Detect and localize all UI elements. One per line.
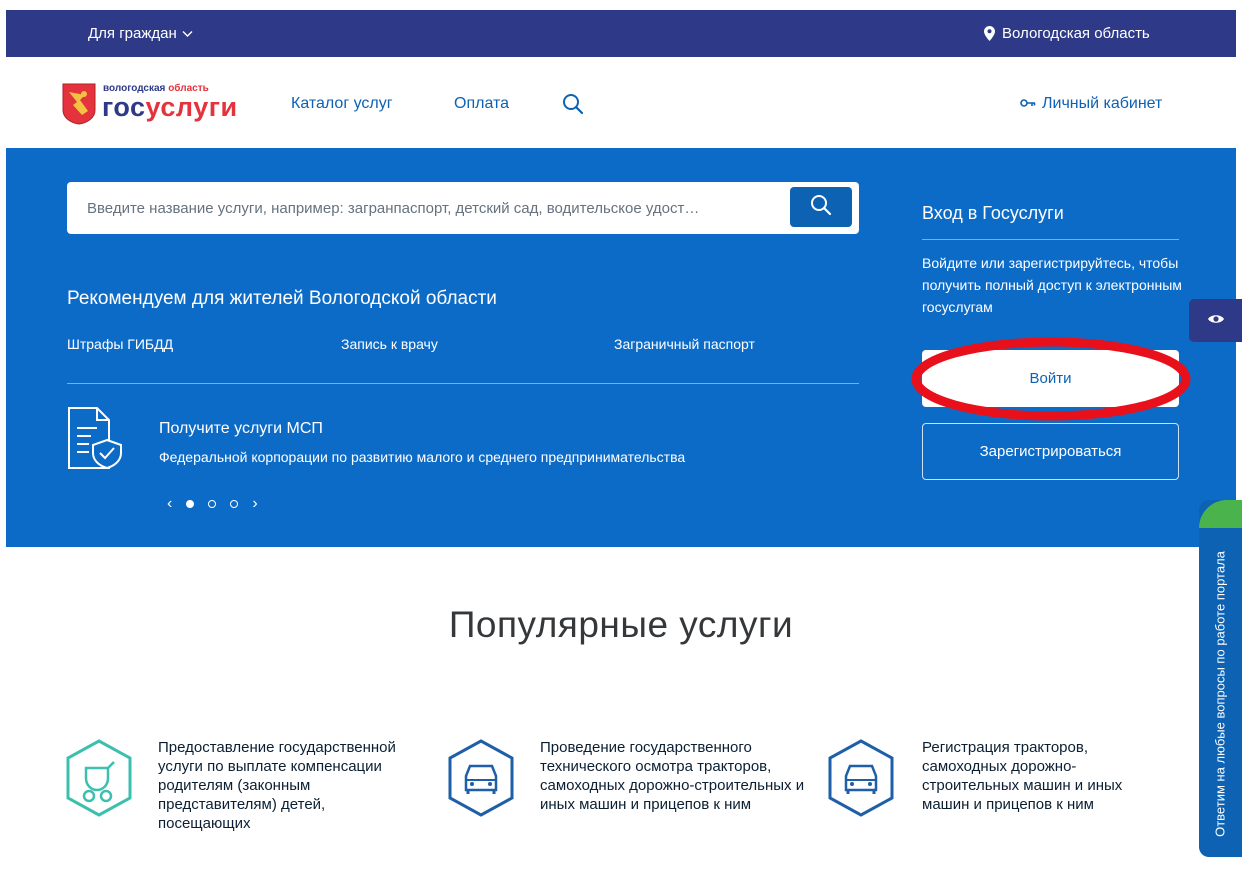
- hero-divider: [67, 383, 859, 384]
- location-pin-icon: [984, 26, 995, 41]
- carousel-dot-2[interactable]: [208, 500, 217, 508]
- recommend-link-passport[interactable]: Заграничный паспорт: [614, 336, 755, 352]
- service-item-tech-inspection[interactable]: Проведение государственного технического…: [540, 738, 810, 814]
- for-citizens-dropdown[interactable]: Для граждан: [88, 25, 193, 42]
- stroller-icon[interactable]: [64, 738, 134, 823]
- service-item-tractor-registration[interactable]: Регистрация тракторов, самоходных дорожн…: [922, 738, 1162, 814]
- recommend-link-fines[interactable]: Штрафы ГИБДД: [67, 336, 173, 352]
- carousel-next-button[interactable]: ›: [252, 495, 257, 513]
- recommend-link-doctor[interactable]: Запись к врачу: [341, 336, 438, 352]
- recommend-title: Рекомендуем для жителей Вологодской обла…: [67, 288, 497, 309]
- login-divider: [922, 239, 1179, 240]
- eye-icon: [1207, 312, 1225, 330]
- carousel-dot-1[interactable]: [186, 500, 195, 508]
- region-selector[interactable]: Вологодская область: [984, 25, 1150, 42]
- search-icon: [810, 194, 832, 221]
- chevron-down-icon: [182, 30, 193, 38]
- login-title: Вход в Госуслуги: [922, 203, 1064, 223]
- feedback-label: Ответим на любые вопросы по работе порта…: [1212, 551, 1228, 837]
- header: вологодская область госуслуги Каталог ус…: [6, 57, 1236, 149]
- personal-cabinet-label: Личный кабинет: [1042, 95, 1163, 112]
- search-icon[interactable]: [562, 93, 584, 120]
- service-search-input[interactable]: [67, 182, 787, 234]
- service-search: [67, 182, 859, 234]
- carousel-prev-button[interactable]: ‹: [167, 495, 172, 513]
- personal-cabinet-link[interactable]: Личный кабинет: [1020, 95, 1162, 113]
- accessibility-toggle[interactable]: [1189, 299, 1242, 342]
- feedback-tab-accent: [1199, 500, 1242, 528]
- service-item-compensation[interactable]: Предоставление государственной услуги по…: [158, 738, 398, 833]
- annotation-red-ellipse: [909, 334, 1194, 429]
- nav-payment-link[interactable]: Оплата: [454, 95, 509, 113]
- carousel-dot-3[interactable]: [230, 500, 239, 508]
- search-button[interactable]: [790, 187, 852, 227]
- top-strip: Для граждан Вологодская область: [6, 10, 1236, 57]
- carousel-controls: ‹ ›: [167, 495, 258, 513]
- register-button[interactable]: Зарегистрироваться: [922, 423, 1179, 480]
- login-description: Войдите или зарегистрируйтесь, чтобы пол…: [922, 255, 1182, 315]
- hero-section: Рекомендуем для жителей Вологодской обла…: [6, 148, 1236, 547]
- nav-catalog-link[interactable]: Каталог услуг: [291, 95, 393, 113]
- car-icon[interactable]: [826, 738, 896, 823]
- document-shield-icon: [67, 406, 125, 477]
- logo-brand-text: госуслуги: [102, 92, 238, 122]
- region-emblem-icon: [62, 83, 96, 125]
- page: Для граждан Вологодская область вологодс…: [0, 0, 1242, 869]
- promo-title[interactable]: Получите услуги МСП: [159, 420, 323, 438]
- for-citizens-label: Для граждан: [88, 25, 177, 42]
- gosuslugi-logo[interactable]: вологодская область госуслуги: [62, 81, 252, 131]
- region-label: Вологодская область: [1002, 25, 1150, 42]
- feedback-tab[interactable]: Ответим на любые вопросы по работе порта…: [1199, 500, 1242, 857]
- key-icon: [1020, 95, 1036, 113]
- popular-services-title: Популярные услуги: [448, 604, 794, 645]
- promo-subtitle: Федеральной корпорации по развитию малог…: [159, 449, 686, 465]
- car-icon[interactable]: [446, 738, 516, 823]
